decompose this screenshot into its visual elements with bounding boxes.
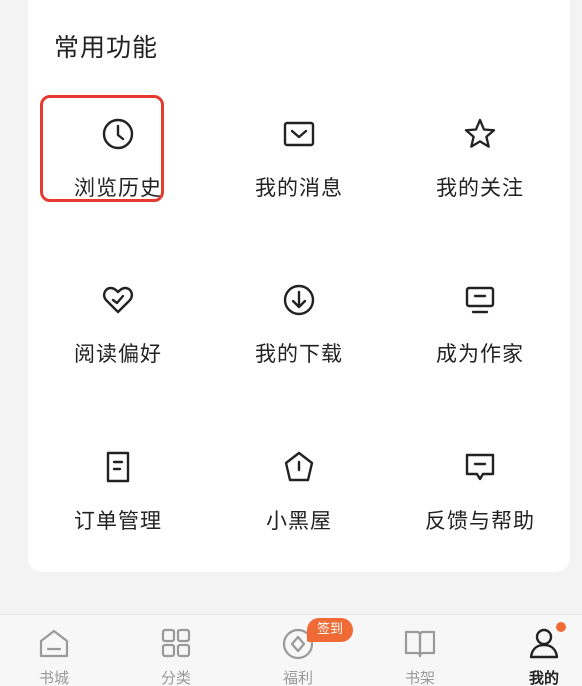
function-my-messages[interactable]: 我的消息 <box>209 90 389 200</box>
function-label: 我的关注 <box>436 176 524 200</box>
download-icon <box>281 282 317 318</box>
tab-bookstore[interactable]: 书城 <box>0 615 112 686</box>
function-label: 小黑屋 <box>266 509 332 533</box>
function-label: 成为作家 <box>436 342 524 366</box>
tab-category[interactable]: 分类 <box>118 615 234 686</box>
book-icon <box>402 625 438 661</box>
function-order-management[interactable]: 订单管理 <box>28 423 208 533</box>
function-label: 反馈与帮助 <box>425 509 535 533</box>
profile-page: 常用功能 浏览历史 我的消息 我的关注 阅读偏好 我的下载 成为作家 订单管理 … <box>0 0 582 686</box>
sign-in-badge[interactable]: 签到 <box>307 618 353 642</box>
heart-check-icon <box>100 282 136 318</box>
clock-icon <box>100 116 136 152</box>
tab-bookshelf[interactable]: 书架 <box>362 615 478 686</box>
section-title: 常用功能 <box>54 33 159 62</box>
notification-dot <box>556 622 566 632</box>
tab-label: 我的 <box>528 669 559 686</box>
function-feedback-help[interactable]: 反馈与帮助 <box>390 423 570 533</box>
function-label: 我的消息 <box>255 176 343 200</box>
document-icon <box>100 449 136 485</box>
mail-icon <box>281 116 317 152</box>
function-reading-preference[interactable]: 阅读偏好 <box>28 256 208 366</box>
star-icon <box>462 116 498 152</box>
function-label: 我的下载 <box>255 342 343 366</box>
bottom-tab-bar: 书城 分类 福利 书架 我的 <box>0 614 582 686</box>
tab-label: 福利 <box>282 669 313 686</box>
function-my-downloads[interactable]: 我的下载 <box>209 256 389 366</box>
tab-label: 分类 <box>160 669 191 686</box>
function-blacklist[interactable]: 小黑屋 <box>209 423 389 533</box>
common-functions-card: 常用功能 浏览历史 我的消息 我的关注 阅读偏好 我的下载 成为作家 订单管理 … <box>28 0 570 572</box>
pentagon-icon <box>281 449 317 485</box>
grid-icon <box>158 625 194 661</box>
function-my-follows[interactable]: 我的关注 <box>390 90 570 200</box>
tab-mine[interactable]: 我的 <box>486 615 582 686</box>
function-label: 浏览历史 <box>74 176 162 200</box>
function-label: 订单管理 <box>74 509 162 533</box>
monitor-icon <box>462 282 498 318</box>
feedback-icon <box>462 449 498 485</box>
tab-label: 书架 <box>404 669 435 686</box>
function-label: 阅读偏好 <box>74 342 162 366</box>
tab-label: 书城 <box>38 669 69 686</box>
function-browse-history[interactable]: 浏览历史 <box>28 90 208 200</box>
home-icon <box>36 625 72 661</box>
function-become-writer[interactable]: 成为作家 <box>390 256 570 366</box>
